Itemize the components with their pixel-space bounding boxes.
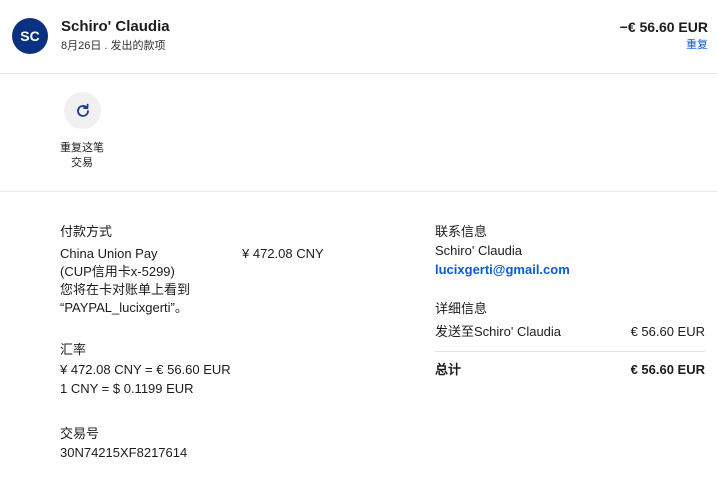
transaction-subtitle: 8月26日 . 发出的款项 bbox=[61, 40, 166, 52]
payment-method-name: China Union Pay bbox=[60, 246, 158, 261]
contact-info-title: 联系信息 bbox=[435, 224, 488, 239]
transaction-amount: −€ 56.60 EUR bbox=[619, 19, 708, 35]
transaction-header: SC Schiro' Claudia 8月26日 . 发出的款项 −€ 56.6… bbox=[0, 0, 717, 74]
exchange-rate-unit: 1 CNY = $ 0.1199 EUR bbox=[60, 381, 194, 396]
payment-amount-cny: ¥ 472.08 CNY bbox=[242, 246, 324, 261]
repeat-label-line1: 重复这笔 bbox=[60, 142, 104, 154]
transaction-id: 30N74215XF8217614 bbox=[60, 445, 188, 460]
repeat-transaction-label: 重复这笔 交易 bbox=[52, 141, 112, 171]
repeat-transaction-button[interactable] bbox=[64, 92, 101, 129]
details-title: 详细信息 bbox=[435, 301, 488, 316]
divider bbox=[435, 351, 705, 352]
transaction-id-title: 交易号 bbox=[60, 426, 100, 441]
sent-to-label: 发送至Schiro' Claudia bbox=[435, 324, 562, 339]
statement-descriptor: “PAYPAL_lucixgerti”。 bbox=[60, 300, 188, 315]
exchange-rate-title: 汇率 bbox=[60, 342, 87, 357]
repeat-link[interactable]: 重复 bbox=[686, 36, 708, 52]
statement-note: 您将在卡对账单上看到 bbox=[60, 282, 191, 297]
total-label: 总计 bbox=[435, 362, 462, 377]
contact-email-link[interactable]: lucixgerti@gmail.com bbox=[435, 261, 570, 279]
total-amount: € 56.60 EUR bbox=[630, 362, 705, 377]
merchant-name: Schiro' Claudia bbox=[61, 18, 170, 35]
details-section: 付款方式 China Union Pay ¥ 472.08 CNY (CUP信用… bbox=[0, 192, 717, 490]
payment-method-title: 付款方式 bbox=[60, 224, 113, 239]
avatar: SC bbox=[12, 18, 48, 54]
payment-card-info: (CUP信用卡x-5299) bbox=[60, 264, 175, 279]
repeat-label-line2: 交易 bbox=[71, 157, 93, 169]
actions-section: 重复这笔 交易 bbox=[0, 75, 717, 192]
contact-name: Schiro' Claudia bbox=[435, 243, 523, 258]
refresh-icon bbox=[76, 103, 89, 117]
exchange-rate-conversion: ¥ 472.08 CNY = € 56.60 EUR bbox=[60, 362, 231, 377]
sent-to-amount: € 56.60 EUR bbox=[630, 324, 705, 339]
